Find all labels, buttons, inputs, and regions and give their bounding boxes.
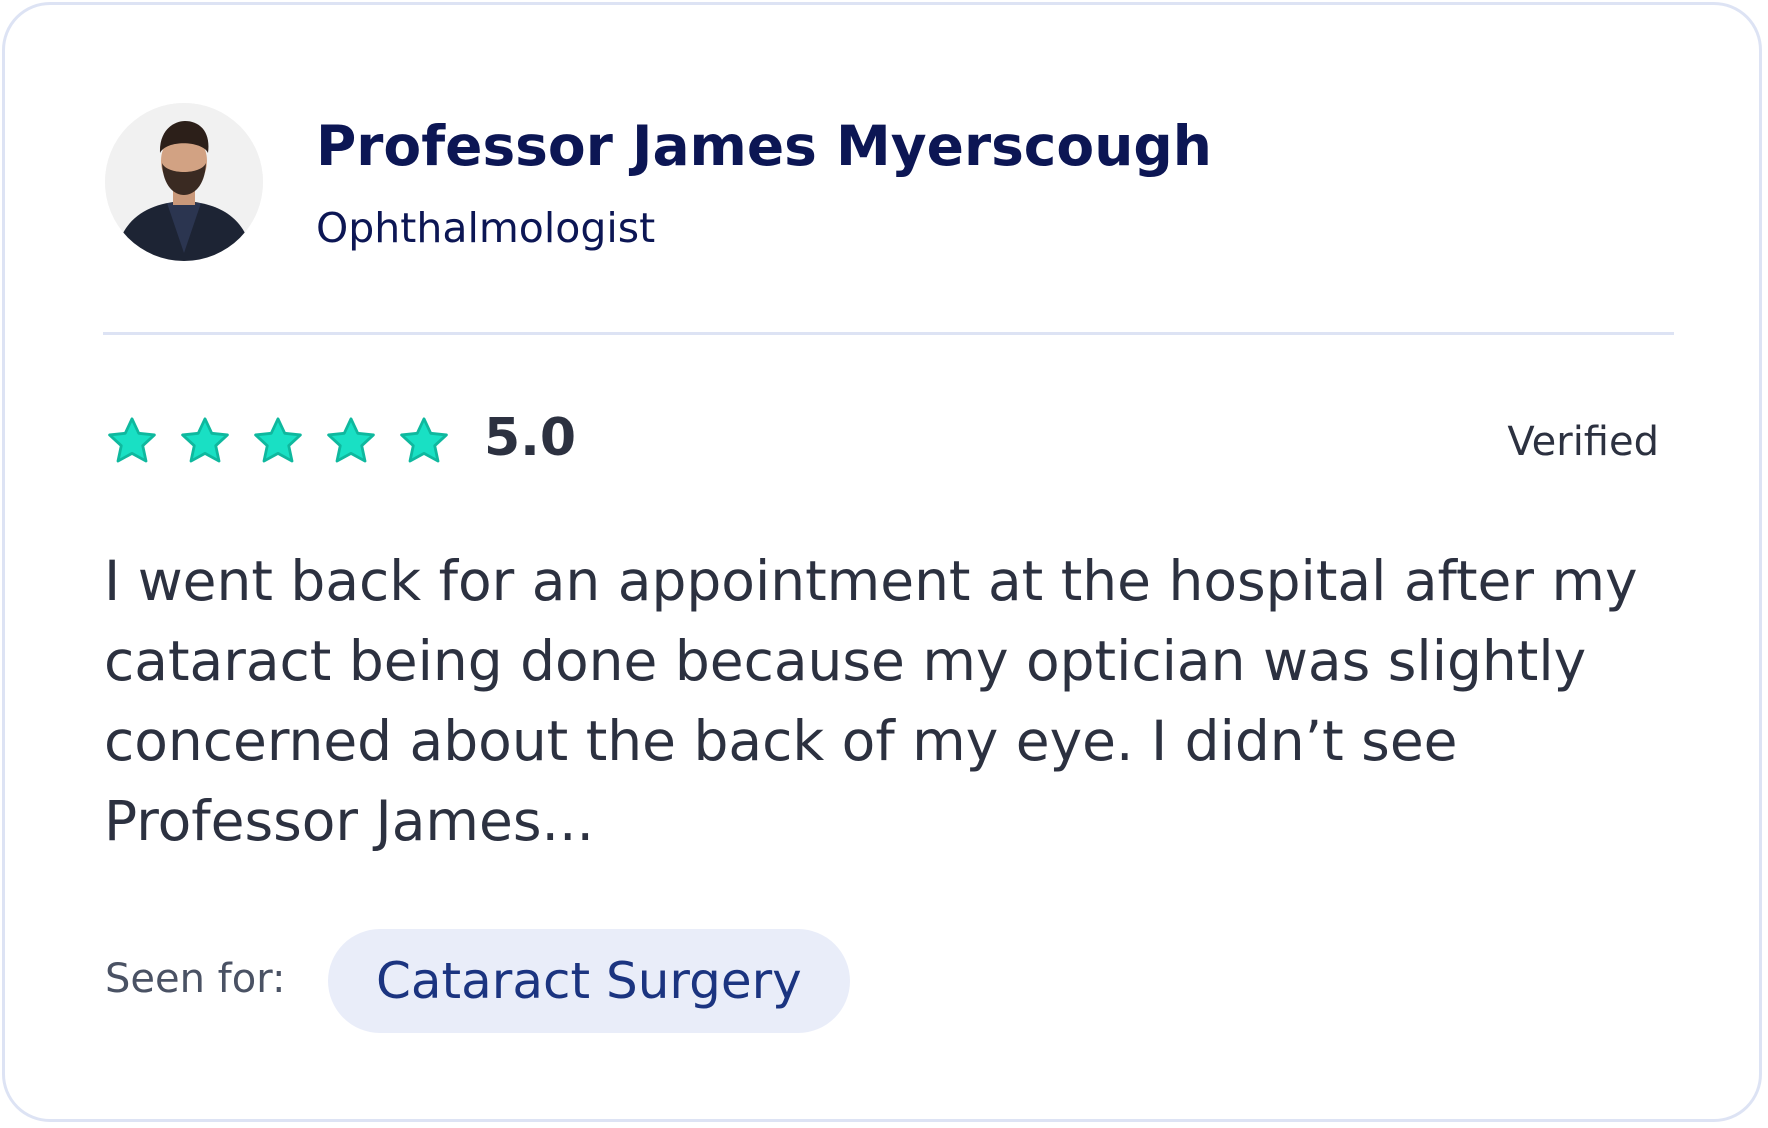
star-icon	[108, 417, 156, 463]
doctor-specialty: Ophthalmologist	[316, 204, 656, 252]
star-icon	[181, 417, 229, 463]
verified-label: Verified	[1507, 419, 1659, 465]
treatment-tag[interactable]: Cataract Surgery	[328, 929, 850, 1033]
review-text: I went back for an appointment at the ho…	[104, 549, 1638, 853]
divider	[103, 332, 1674, 335]
seen-for-label: Seen for:	[105, 956, 286, 1002]
star-icon	[400, 417, 448, 463]
star-icon	[254, 417, 302, 463]
review-card: Professor James Myerscough Ophthalmologi…	[2, 2, 1762, 1122]
doctor-portrait-icon	[105, 103, 263, 261]
doctor-name: Professor James Myerscough	[316, 114, 1212, 178]
rating-value: 5.0	[484, 408, 577, 468]
doctor-avatar	[105, 103, 263, 261]
star-icon	[327, 417, 375, 463]
star-rating	[103, 413, 453, 469]
